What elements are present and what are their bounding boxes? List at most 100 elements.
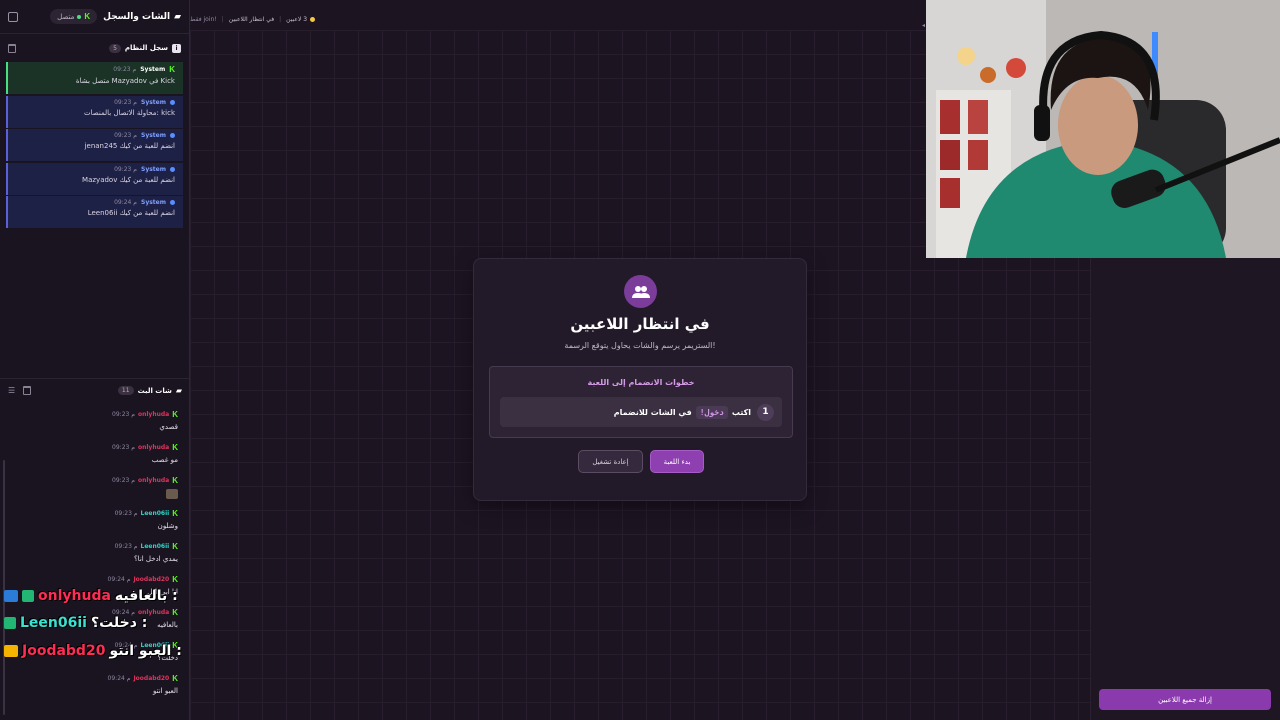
players-count: 3 لاعبين xyxy=(286,15,308,23)
card-subtitle: الستريمر يرسم والشات يحاول يتوقع الرسمة! xyxy=(564,341,716,350)
divider: | xyxy=(279,15,282,23)
log-time: 09:24 م xyxy=(114,199,137,206)
kick-logo-icon: K xyxy=(172,542,178,551)
overlay-chat-line: onlyhuda بالعافيه : xyxy=(4,588,178,604)
chat-text xyxy=(0,489,178,501)
connection-status-label: متصل xyxy=(57,12,75,21)
connection-status-badge: متصل K xyxy=(50,9,98,24)
game-status-bar: 3 لاعبين | في انتظار اللاعبين | !join فق… xyxy=(190,10,330,28)
chat-time: 09:23 م xyxy=(114,543,138,550)
chat-username[interactable]: Joodabd20 xyxy=(133,576,169,583)
join-hint: !join فقط xyxy=(190,15,217,23)
canvas-marker: ◂ xyxy=(922,22,926,29)
clear-log-trash-icon[interactable] xyxy=(8,43,16,53)
system-log-item: 09:23 م System jenan245 انضم للعبة من كيك xyxy=(6,129,183,161)
log-time: 09:23 م xyxy=(114,98,137,106)
start-game-button[interactable]: بدء اللعبة xyxy=(650,450,704,473)
system-dot-icon xyxy=(170,200,175,205)
chat-message: 09:23 م onlyhuda K مو غصب xyxy=(0,443,178,476)
chat-text: قصدي xyxy=(159,423,178,431)
live-chat-list: 09:23 م onlyhuda K قصدي 09:23 م onlyhuda K مو غ… xyxy=(0,410,190,707)
system-log-item: 09:23 م System Mazyadov انضم للعبة من كيك xyxy=(6,162,183,195)
chat-bubble-icon: ▰ xyxy=(175,386,182,395)
kick-logo-icon: K xyxy=(172,443,178,452)
log-author: System xyxy=(141,199,166,206)
waiting-card: في انتظار اللاعبين الستريمر يرسم والشات … xyxy=(473,258,807,501)
system-log-item: 09:24 م System Leen06ii انضم للعبة من كيك xyxy=(6,196,183,228)
chat-text: يمدي ادخل انا؟ xyxy=(133,555,178,563)
log-author: System xyxy=(140,66,166,73)
remove-all-players-button[interactable]: إزالة جميع اللاعبين xyxy=(1099,689,1271,710)
clear-chat-trash-icon[interactable] xyxy=(23,386,32,395)
online-dot-icon xyxy=(77,14,82,19)
emote-image-icon xyxy=(166,489,178,499)
system-dot-icon xyxy=(170,166,175,172)
log-text: jenan245 انضم للعبة من كيك xyxy=(84,142,175,150)
chat-message-meta: 09:23 م onlyhuda K xyxy=(0,476,178,485)
chat-text: وشلون xyxy=(157,522,178,530)
players-indicator: 3 لاعبين xyxy=(286,15,316,23)
live-chat-title: شات البث xyxy=(137,386,172,395)
overlay-username: onlyhuda xyxy=(38,588,111,604)
overlay-crown-badge-icon xyxy=(4,645,18,657)
webcam-feed xyxy=(926,0,1280,258)
step-number: 1 xyxy=(757,403,774,421)
overlay-chat-line: Joodabd20 العبو انتو : xyxy=(4,643,182,659)
system-dot-icon xyxy=(170,99,175,105)
log-time: 09:23 م xyxy=(114,132,137,139)
chat-time: 09:24 م xyxy=(107,675,131,682)
chat-time: 09:23 م xyxy=(112,411,135,418)
chat-message: 09:23 م Leen06ii K وشلون xyxy=(0,509,178,542)
step-text: في الشات للانضمام xyxy=(613,407,692,417)
kick-logo-icon: K xyxy=(172,476,178,485)
live-chat-header: ☰ 11 شات البث ▰ xyxy=(0,378,190,402)
join-step: في الشات للانضمام !دخول اكتب 1 xyxy=(500,397,782,427)
players-group-icon xyxy=(624,275,657,308)
log-text: متصل بشاة Mazyadov في Kick xyxy=(75,77,175,85)
restart-button[interactable]: إعادة تشغيل xyxy=(578,450,643,473)
join-steps-box: خطوات الانضمام إلى اللعبة في الشات للانض… xyxy=(489,366,793,438)
join-command: !دخول xyxy=(695,405,728,419)
webcam-image xyxy=(926,0,1280,258)
chat-username[interactable]: onlyhuda xyxy=(138,444,169,451)
card-title: في انتظار اللاعبين xyxy=(570,315,710,333)
log-icon: i xyxy=(172,43,181,53)
log-text: Mazyadov انضم للعبة من كيك xyxy=(82,175,175,184)
system-log-item: 09:23 م System محاولة الاتصال بالمنصات: k… xyxy=(6,95,183,128)
kick-logo-icon: K xyxy=(169,65,175,74)
chat-message-meta: 09:23 م Leen06ii K xyxy=(0,509,178,518)
log-text: Leen06ii انضم للعبة من كيك xyxy=(87,209,175,217)
log-time: 09:23 م xyxy=(114,165,137,173)
chat-time: 09:23 م xyxy=(114,510,138,517)
filter-icon[interactable]: ☰ xyxy=(8,386,15,395)
chat-username[interactable]: Joodabd20 xyxy=(133,675,169,682)
chat-text: العبو انتو xyxy=(152,687,178,695)
collapse-panel-icon[interactable] xyxy=(8,11,18,22)
log-author: System xyxy=(141,132,166,139)
chat-username[interactable]: Leen06ii xyxy=(141,510,170,517)
chat-username[interactable]: onlyhuda xyxy=(138,477,169,484)
chat-username[interactable]: Leen06ii xyxy=(141,543,170,550)
left-panel-header: متصل K الشات والسجل ▰ xyxy=(0,0,189,34)
chat-bubble-icon: ▰ xyxy=(174,11,181,22)
chat-message: 09:23 م onlyhuda K xyxy=(0,476,178,509)
kick-logo-icon: K xyxy=(84,12,91,21)
live-chat-count: 11 xyxy=(117,386,134,395)
chat-message-meta: 09:23 م onlyhuda K xyxy=(0,410,178,419)
chat-message: 09:24 م Joodabd20 K العبو انتو xyxy=(0,674,178,707)
divider: | xyxy=(221,15,224,23)
chat-message: 09:23 م Leen06ii K يمدي ادخل انا؟ xyxy=(0,542,178,575)
overlay-badge-icon xyxy=(4,590,18,602)
chat-username[interactable]: onlyhuda xyxy=(138,411,169,418)
chat-message-meta: 09:24 م Joodabd20 K xyxy=(0,575,178,584)
game-status-text: في انتظار اللاعبين xyxy=(228,15,275,23)
log-author: System xyxy=(141,165,166,173)
overlay-message: بالعافيه : xyxy=(114,588,178,604)
system-log-count: 5 xyxy=(109,43,121,53)
kick-logo-icon: K xyxy=(172,674,178,683)
chat-message: 09:23 م onlyhuda K قصدي xyxy=(0,410,178,443)
steps-title: خطوات الانضمام إلى اللعبة xyxy=(587,378,695,387)
kick-logo-icon: K xyxy=(172,509,178,518)
overlay-message: دخلت؟ : xyxy=(90,615,148,631)
step-verb: اكتب xyxy=(731,407,751,417)
